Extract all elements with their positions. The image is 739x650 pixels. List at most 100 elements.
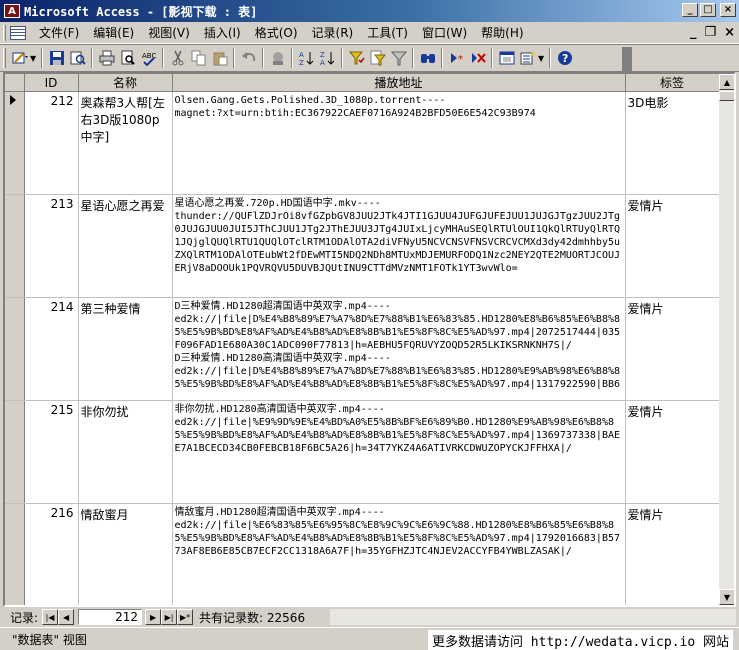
svg-text:A: A: [320, 59, 325, 66]
cell-tag[interactable]: 爱情片: [625, 503, 720, 605]
menu-records[interactable]: 记录(R): [305, 24, 361, 42]
database-window-icon[interactable]: [496, 47, 517, 69]
menu-view[interactable]: 视图(V): [141, 24, 197, 42]
help-icon[interactable]: ?: [554, 47, 575, 69]
record-selector[interactable]: [5, 91, 25, 195]
previous-record-button[interactable]: ◀: [58, 609, 75, 625]
print-icon[interactable]: [96, 47, 117, 69]
cell-tag[interactable]: 3D电影: [625, 91, 720, 195]
menu-window[interactable]: 窗口(W): [415, 24, 474, 42]
cell-id[interactable]: 213: [24, 194, 79, 298]
save-icon[interactable]: [46, 47, 67, 69]
header-row: ID 名称 播放地址 标签: [5, 74, 720, 92]
horizontal-scrollbar[interactable]: [330, 609, 736, 625]
first-record-button[interactable]: |◀: [42, 609, 59, 625]
cell-name[interactable]: 星语心愿之再爱: [78, 194, 173, 298]
paste-icon[interactable]: [209, 47, 230, 69]
datasheet-icon[interactable]: [10, 25, 26, 40]
record-selector[interactable]: [5, 194, 25, 298]
url-line: Olsen.Gang.Gets.Polished.3D_1080p.torren…: [174, 95, 446, 106]
current-record-input[interactable]: 212: [78, 609, 143, 625]
menu-format[interactable]: 格式(O): [248, 24, 305, 42]
search-icon[interactable]: [67, 47, 88, 69]
cell-id[interactable]: 216: [24, 503, 79, 605]
sort-descending-icon[interactable]: ZA: [317, 47, 338, 69]
document-window-controls: _ ❐ ×: [690, 25, 735, 40]
scroll-thumb[interactable]: [719, 91, 734, 101]
sort-ascending-icon[interactable]: AZ: [296, 47, 317, 69]
scroll-up-icon[interactable]: ▲: [719, 74, 734, 90]
insert-object-icon[interactable]: [267, 47, 288, 69]
cell-name[interactable]: 情敌蜜月: [78, 503, 173, 605]
cell-name[interactable]: 第三种爱情: [78, 297, 173, 401]
toolbar-options-button[interactable]: [622, 47, 632, 71]
apply-filter-icon[interactable]: [388, 47, 409, 69]
cell-url[interactable]: 情敌蜜月.HD1280超清国语中英双字.mp4---- ed2k://|file…: [172, 503, 626, 605]
select-all-corner[interactable]: [5, 74, 25, 92]
cell-id[interactable]: 214: [24, 297, 79, 401]
toolbar-separator: [341, 48, 343, 68]
toolbar-separator: [549, 48, 551, 68]
cell-tag[interactable]: 爱情片: [625, 194, 720, 298]
column-header-id[interactable]: ID: [24, 74, 79, 92]
scroll-down-icon[interactable]: ▼: [719, 589, 734, 605]
toolbar-grip[interactable]: [3, 48, 6, 68]
column-header-url[interactable]: 播放地址: [172, 74, 626, 92]
undo-icon[interactable]: [238, 47, 259, 69]
last-record-button[interactable]: ▶|: [161, 609, 178, 625]
cell-url[interactable]: Olsen.Gang.Gets.Polished.3D_1080p.torren…: [172, 91, 626, 195]
record-selector[interactable]: [5, 503, 25, 605]
access-app-icon[interactable]: A: [4, 4, 20, 18]
menu-bar: 文件(F) 编辑(E) 视图(V) 插入(I) 格式(O) 记录(R) 工具(T…: [0, 22, 739, 44]
cell-name[interactable]: 奥森帮3人帮[左右3D版1080p中字]: [78, 91, 173, 195]
new-object-icon[interactable]: [517, 47, 538, 69]
cell-url[interactable]: D三种爱情.HD1280超清国语中英双字.mp4---- ed2k://|fil…: [172, 297, 626, 401]
table-row[interactable]: 212 奥森帮3人帮[左右3D版1080p中字] Olsen.Gang.Gets…: [5, 91, 720, 195]
menu-help[interactable]: 帮助(H): [474, 24, 530, 42]
spelling-icon[interactable]: ABC: [138, 47, 159, 69]
maximize-button[interactable]: □: [700, 3, 716, 17]
new-object-dropdown-icon[interactable]: ▼: [538, 54, 546, 63]
table-row[interactable]: 213 星语心愿之再爱 星语心愿之再爱.720p.HD国语中字.mkv---- …: [5, 194, 720, 298]
menu-insert[interactable]: 插入(I): [197, 24, 248, 42]
record-selector[interactable]: [5, 297, 25, 401]
doc-close-button[interactable]: ×: [724, 25, 735, 40]
cell-tag[interactable]: 爱情片: [625, 400, 720, 504]
print-preview-icon[interactable]: [117, 47, 138, 69]
cell-name[interactable]: 非你勿扰: [78, 400, 173, 504]
delete-record-icon[interactable]: [467, 47, 488, 69]
cell-id[interactable]: 215: [24, 400, 79, 504]
minimize-button[interactable]: _: [682, 3, 698, 17]
cell-id[interactable]: 212: [24, 91, 79, 195]
filter-by-selection-icon[interactable]: [346, 47, 367, 69]
toolbar-separator: [291, 48, 293, 68]
new-record-button[interactable]: ▶*: [177, 609, 194, 625]
doc-minimize-button[interactable]: _: [690, 25, 697, 40]
find-icon[interactable]: [417, 47, 438, 69]
menu-file[interactable]: 文件(F): [32, 24, 86, 42]
cut-icon[interactable]: [167, 47, 188, 69]
vertical-scrollbar[interactable]: ▲ ▼: [719, 74, 734, 605]
menu-grip[interactable]: [3, 24, 6, 41]
copy-icon[interactable]: [188, 47, 209, 69]
toolbar-separator: [233, 48, 235, 68]
view-status: "数据表" 视图: [12, 632, 87, 647]
new-record-icon[interactable]: *: [446, 47, 467, 69]
doc-restore-button[interactable]: ❐: [704, 25, 716, 40]
table-row[interactable]: 216 情敌蜜月 情敌蜜月.HD1280超清国语中英双字.mp4---- ed2…: [5, 503, 720, 605]
view-design-icon[interactable]: [9, 47, 30, 69]
table-row[interactable]: 214 第三种爱情 D三种爱情.HD1280超清国语中英双字.mp4---- e…: [5, 297, 720, 401]
cell-url[interactable]: 星语心愿之再爱.720p.HD国语中字.mkv---- thunder://QU…: [172, 194, 626, 298]
cell-url[interactable]: 非你勿扰.HD1280高清国语中英双字.mp4---- ed2k://|file…: [172, 400, 626, 504]
table-row[interactable]: 215 非你勿扰 非你勿扰.HD1280高清国语中英双字.mp4---- ed2…: [5, 400, 720, 504]
menu-tools[interactable]: 工具(T): [360, 24, 415, 42]
close-button[interactable]: ×: [720, 3, 736, 17]
next-record-button[interactable]: ▶: [145, 609, 162, 625]
filter-by-form-icon[interactable]: [367, 47, 388, 69]
view-dropdown-icon[interactable]: ▼: [30, 54, 38, 63]
column-header-tag[interactable]: 标签: [625, 74, 720, 92]
record-selector[interactable]: [5, 400, 25, 504]
menu-edit[interactable]: 编辑(E): [86, 24, 141, 42]
column-header-name[interactable]: 名称: [78, 74, 173, 92]
cell-tag[interactable]: 爱情片: [625, 297, 720, 401]
